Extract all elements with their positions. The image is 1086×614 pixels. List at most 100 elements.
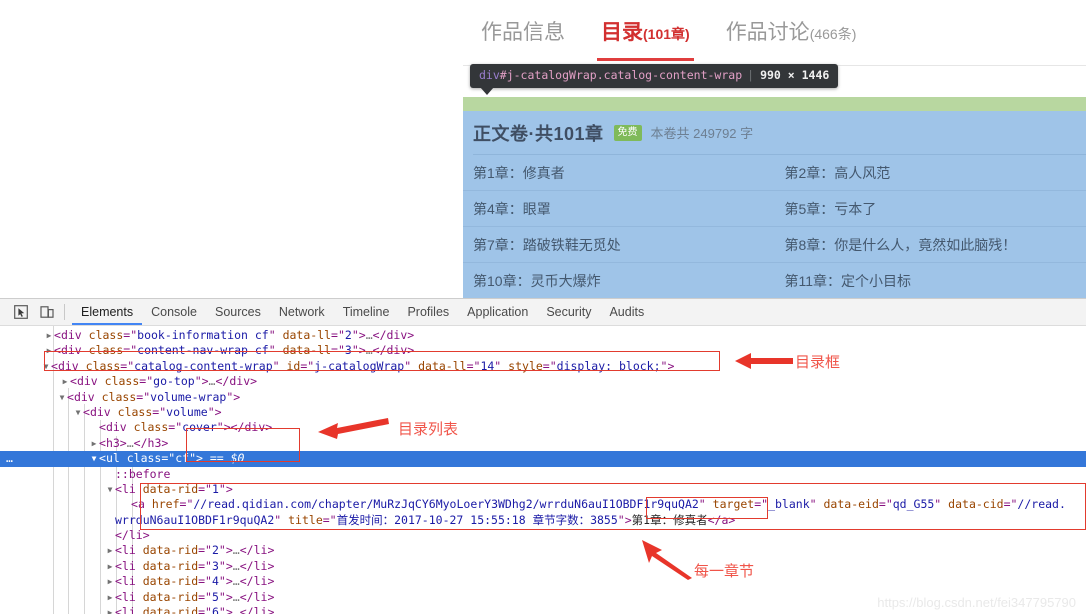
dom-line[interactable]: ▶ <div class="content-nav-wrap cf" data-l… xyxy=(0,343,1086,358)
dom-line[interactable]: ▶ <li data-rid="3">…</li> xyxy=(0,559,1086,574)
dom-value: display: block; xyxy=(556,358,661,373)
dom-line[interactable]: ▼ <div class="volume-wrap"> xyxy=(0,390,1086,405)
expand-arrow-icon[interactable]: ▶ xyxy=(105,559,115,574)
tooltip-separator: | xyxy=(747,68,755,82)
dom-attr: data-rid xyxy=(142,543,199,558)
dom-value: cf xyxy=(175,451,190,466)
tab-catalog[interactable]: 目录(101章) xyxy=(583,18,708,61)
device-toolbar-icon[interactable] xyxy=(34,300,60,324)
toolbar-separator xyxy=(64,304,65,320)
tab-label: 作品信息 xyxy=(481,21,565,44)
expand-arrow-icon[interactable]: ▶ xyxy=(105,590,115,605)
annotation-label-each-chapter: 每一章节 xyxy=(694,562,755,580)
expand-arrow-icon[interactable]: ▶ xyxy=(60,374,70,389)
tooltip-id: #j-catalogWrap xyxy=(499,68,597,82)
devtools-tab-sources[interactable]: Sources xyxy=(206,299,270,325)
dom-tag-close: div xyxy=(244,420,266,435)
element-inspector-tooltip: div#j-catalogWrap.catalog-content-wrap | 9… xyxy=(470,64,839,95)
chapter-link[interactable]: 第2章：高人风范 xyxy=(775,163,1086,183)
tooltip-tag: div xyxy=(479,68,500,82)
dom-line[interactable]: ▼ <div class="volume"> xyxy=(0,405,1086,420)
chapter-link[interactable]: 第4章：眼罩 xyxy=(463,199,775,219)
tooltip-class: .catalog-content-wrap xyxy=(596,68,743,82)
collapse-arrow-icon[interactable]: ▼ xyxy=(41,359,51,374)
tab-book-information[interactable]: 作品信息 xyxy=(463,18,583,61)
dom-value: 4 xyxy=(211,574,219,589)
dom-line[interactable]: </li> xyxy=(0,528,1086,543)
dom-line-anchor[interactable]: <a href="//read.qidian.com/chapter/MuRzJ… xyxy=(0,497,1086,512)
dom-attr: class xyxy=(101,389,137,404)
tab-label: 作品讨论 xyxy=(725,21,810,44)
dom-tag: li xyxy=(121,543,136,558)
tab-discussion[interactable]: 作品讨论(466条) xyxy=(708,18,875,61)
dom-tag: li xyxy=(121,482,136,497)
dom-line[interactable]: ▶ <div class="go-top">…</div> xyxy=(0,374,1086,389)
dom-tag: li xyxy=(121,589,136,604)
devtools-tab-application[interactable]: Application xyxy=(458,299,537,325)
devtools-panel: Elements Console Sources Network Timelin… xyxy=(0,298,1086,614)
tooltip-size: 990 × 1446 xyxy=(760,68,830,82)
dom-tag: div xyxy=(76,374,98,389)
expand-arrow-icon[interactable]: ▶ xyxy=(44,328,54,343)
dom-line[interactable]: ▼ <li data-rid="1"> xyxy=(0,482,1086,497)
dom-tag-close: li xyxy=(253,589,268,604)
chapter-link[interactable]: 第10章：灵币大爆炸 xyxy=(463,271,775,291)
dom-line[interactable]: ▶ <h3>…</h3> xyxy=(0,436,1086,451)
chapter-link[interactable]: 第7章：踏破铁鞋无觅处 xyxy=(463,235,775,255)
dom-tag-close: li xyxy=(253,543,268,558)
dom-tag: ul xyxy=(105,451,120,466)
devtools-tab-timeline[interactable]: Timeline xyxy=(334,299,399,325)
dom-line[interactable]: ::before xyxy=(0,467,1086,482)
devtools-tab-console[interactable]: Console xyxy=(142,299,206,325)
expand-arrow-icon[interactable]: ▶ xyxy=(105,574,115,589)
dom-attr: class xyxy=(117,405,153,420)
devtools-toolbar: Elements Console Sources Network Timelin… xyxy=(0,299,1086,326)
dom-value: 6 xyxy=(211,605,219,614)
dom-attr: title xyxy=(288,512,323,527)
chapter-link[interactable]: 第5章：亏本了 xyxy=(775,199,1086,219)
collapse-arrow-icon[interactable]: ▼ xyxy=(105,482,115,497)
collapse-arrow-icon[interactable]: ▼ xyxy=(73,405,83,420)
catalog-tabs: 作品信息 目录(101章) 作品讨论(466条) xyxy=(463,18,1086,66)
dom-tag: div xyxy=(60,343,82,358)
dom-attr: data-rid xyxy=(142,605,199,614)
dom-value-title: 首发时间：2017-10-27 15:55:18 章节字数：3855 xyxy=(336,512,618,527)
dom-line[interactable]: ▶ <li data-rid="4">…</li> xyxy=(0,574,1086,589)
dom-line[interactable]: <div class="cover"></div> xyxy=(0,420,1086,435)
dom-line-catalog-wrap[interactable]: ▼ <div class="catalog-content-wrap" id="j… xyxy=(0,359,1086,374)
chapter-row: 第10章：灵币大爆炸 第11章：定个小目标 xyxy=(463,263,1086,298)
expand-arrow-icon[interactable]: ▶ xyxy=(89,436,99,451)
dom-value: 2 xyxy=(211,543,219,558)
dom-attr: data-ll xyxy=(418,358,467,373)
devtools-tab-network[interactable]: Network xyxy=(270,299,334,325)
dom-attr: data-ll xyxy=(282,343,332,358)
dom-tag: div xyxy=(89,405,111,420)
dom-tree[interactable]: ▶ <div class="book-information cf" data-l… xyxy=(0,326,1086,614)
devtools-tab-profiles[interactable]: Profiles xyxy=(398,299,458,325)
devtools-tab-security[interactable]: Security xyxy=(537,299,600,325)
expand-arrow-icon[interactable]: ▶ xyxy=(105,543,115,558)
expand-arrow-icon[interactable]: ▶ xyxy=(105,605,115,614)
dom-attr: data-rid xyxy=(142,482,199,497)
dom-attr: target xyxy=(712,497,755,512)
expand-arrow-icon[interactable]: ▶ xyxy=(44,343,54,358)
chapter-link[interactable]: 第8章：你是什么人，竟然如此脑残！ xyxy=(775,235,1086,255)
collapse-arrow-icon[interactable]: ▼ xyxy=(89,451,99,466)
dom-value: 3 xyxy=(211,559,219,574)
browser-page-area: 作品信息 目录(101章) 作品讨论(466条) div#j-catalogWr… xyxy=(0,0,1086,298)
chapter-link[interactable]: 第11章：定个小目标 xyxy=(775,271,1086,291)
scroll-ellipsis: … xyxy=(6,451,14,466)
devtools-tab-elements[interactable]: Elements xyxy=(72,299,142,325)
catalog-content-highlight: 正文卷·共101章 免费 本卷共 249792 字 第1章：修真者 第2章：高人… xyxy=(463,97,1086,298)
devtools-tab-audits[interactable]: Audits xyxy=(600,299,653,325)
dom-line[interactable]: ▶ <li data-rid="2">…</li> xyxy=(0,543,1086,558)
chapter-link[interactable]: 第1章：修真者 xyxy=(463,163,775,183)
chapter-row: 第7章：踏破铁鞋无觅处 第8章：你是什么人，竟然如此脑残！ xyxy=(463,227,1086,263)
dom-line-anchor-cont[interactable]: wrrduN6auI1OBDF1r9quQA2" title="首发时间：201… xyxy=(0,513,1086,528)
dom-line[interactable]: ▶ <div class="book-information cf" data-l… xyxy=(0,328,1086,343)
collapse-arrow-icon[interactable]: ▼ xyxy=(57,390,67,405)
inspect-element-icon[interactable] xyxy=(8,300,34,324)
dom-attr: class xyxy=(85,358,121,373)
dom-line-selected-ul[interactable]: … ▼ <ul class="cf"> == $0 xyxy=(0,451,1086,467)
dom-attr: data-cid xyxy=(948,497,1004,512)
